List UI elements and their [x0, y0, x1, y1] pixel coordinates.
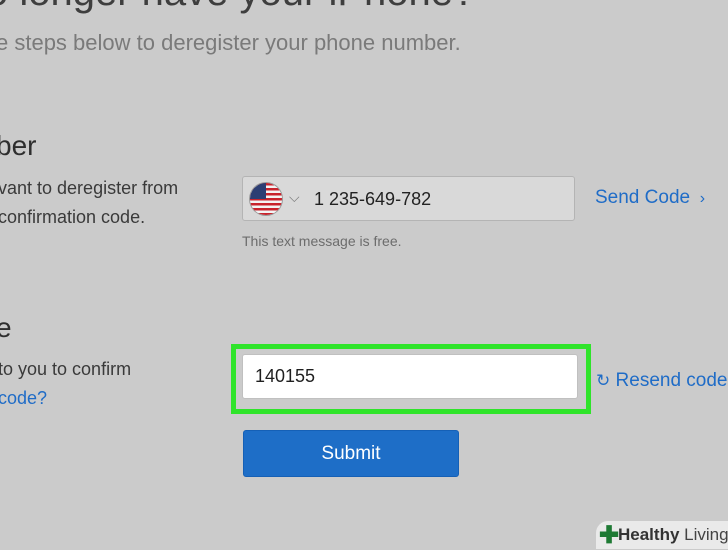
code-input-highlight — [231, 344, 591, 414]
verification-code-input[interactable] — [242, 354, 578, 399]
phone-description: vant to deregister from confirmation cod… — [0, 174, 178, 232]
watermark-brand-2: Living — [684, 525, 728, 544]
phone-number-value[interactable]: 1 235-649-782 — [314, 189, 431, 210]
refresh-icon: ↻ — [596, 371, 611, 390]
page-subtitle: e steps below to deregister your phone n… — [0, 30, 461, 55]
us-flag-icon[interactable] — [250, 183, 282, 215]
page-title: o longer have your iPhone? — [0, 0, 475, 15]
phone-number-heading: ber — [0, 130, 37, 161]
healthy-living-watermark: ✚ Healthy Living — [596, 521, 728, 549]
code-description-line1: to you to confirm — [0, 359, 132, 379]
code-heading: e — [0, 312, 12, 343]
chevron-down-icon[interactable]: ⌵ — [289, 189, 300, 206]
chevron-right-icon: › — [695, 190, 706, 207]
watermark-text: Healthy Living — [618, 525, 728, 545]
resend-code-label[interactable]: Resend code — [616, 370, 728, 391]
send-code-label[interactable]: Send Code — [595, 187, 690, 208]
code-help-link[interactable]: code? — [0, 384, 131, 413]
free-message-note: This text message is free. — [242, 233, 402, 249]
send-code-link[interactable]: Send Code › — [595, 187, 705, 209]
resend-code-link[interactable]: ↻ Resend code — [596, 370, 728, 392]
submit-button[interactable]: Submit — [243, 430, 459, 477]
watermark-brand: Healthy — [618, 525, 680, 544]
code-description: to you to confirm code? — [0, 355, 131, 413]
phone-description-line1: vant to deregister from — [0, 178, 179, 198]
phone-description-line2: confirmation code. — [0, 207, 146, 227]
phone-number-field[interactable]: ⌵ 1 235-649-782 — [242, 176, 575, 221]
